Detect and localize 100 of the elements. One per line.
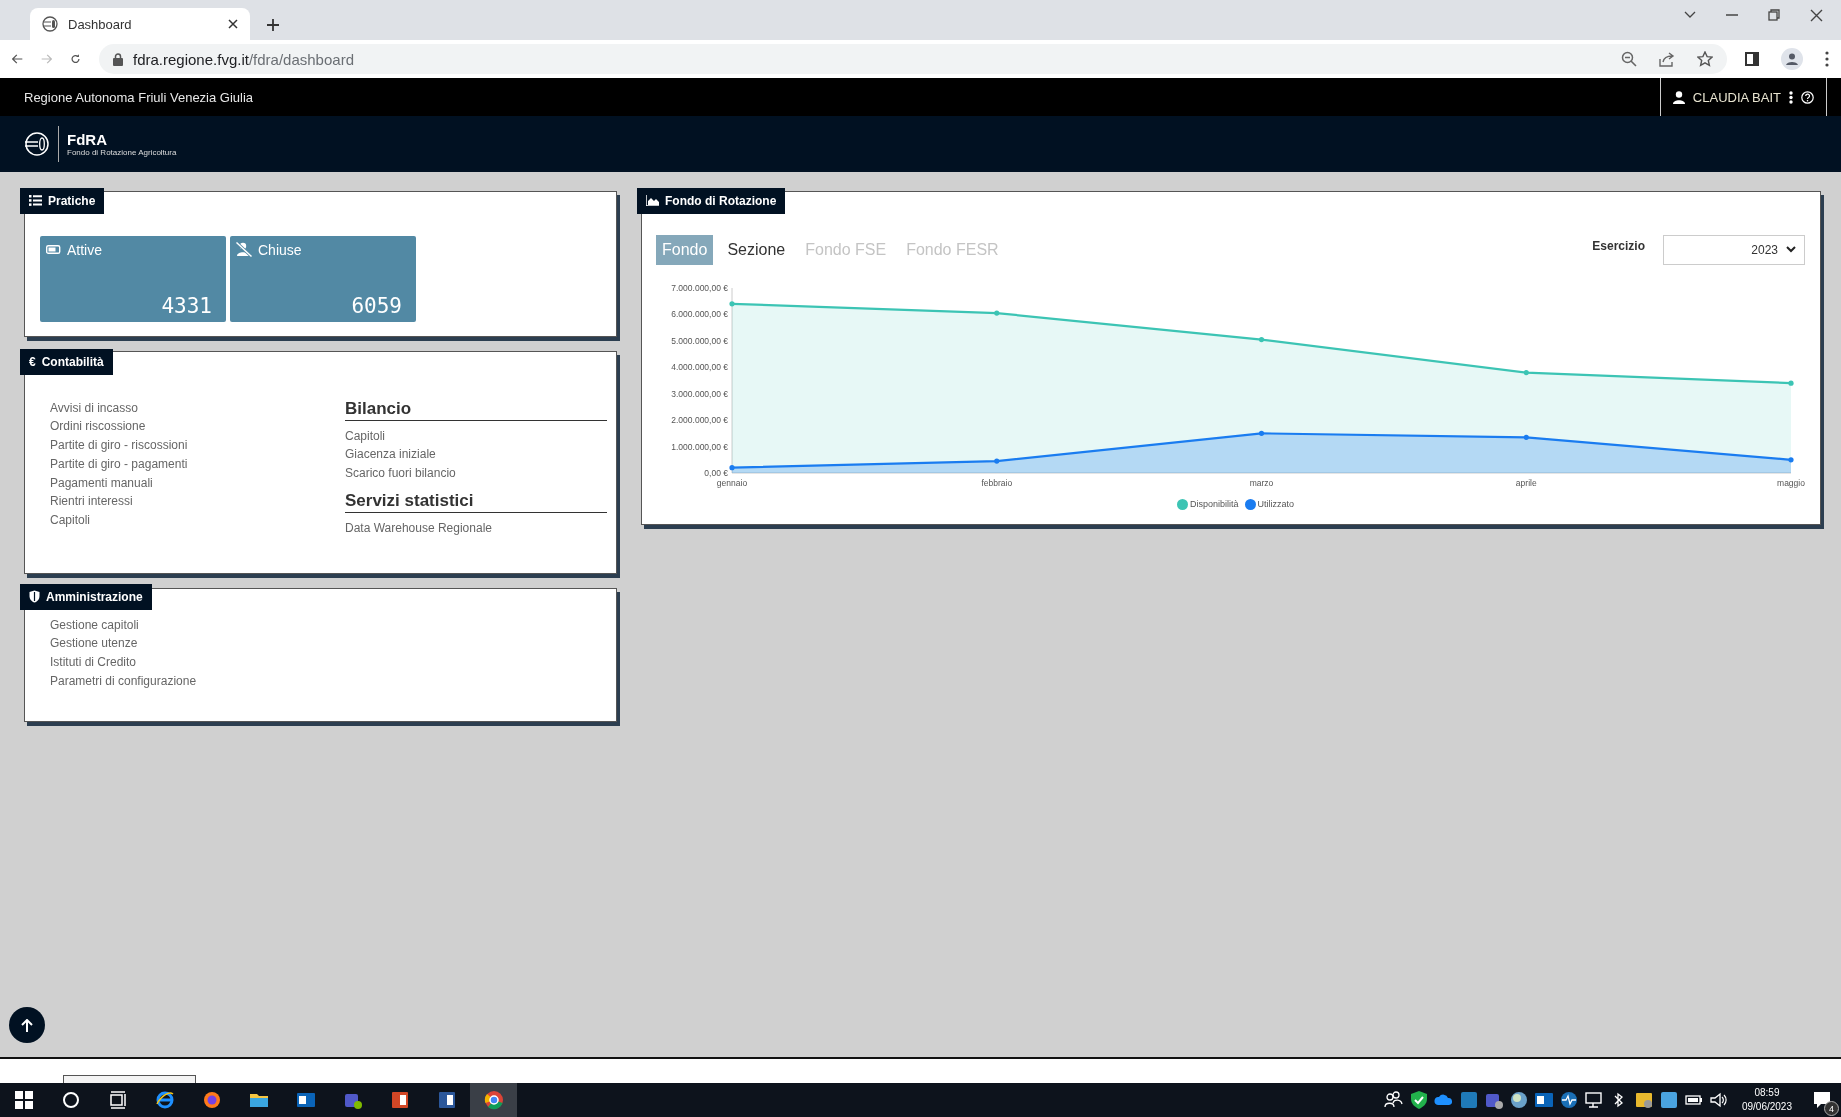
axis-label: 5.000.000,00 €: [671, 335, 728, 346]
axis-label: aprile: [1515, 477, 1537, 488]
tile-count: 4331: [160, 293, 212, 318]
axis-label: 1.000.000,00 €: [671, 441, 728, 452]
address-bar[interactable]: fdra.regione.fvg.it/fdra/dashboard: [99, 44, 1727, 74]
menu-link[interactable]: Scarico fuori bilancio: [345, 464, 605, 483]
globe-favicon: [42, 16, 58, 32]
more-menu-icon[interactable]: [1825, 51, 1829, 67]
menu-link[interactable]: Ordini riscossione: [50, 417, 345, 437]
data-point: [1788, 380, 1794, 386]
panel-title-text: Fondo di Rotazione: [665, 193, 777, 208]
menu-link[interactable]: Gestione capitoli: [50, 615, 616, 635]
menu-link[interactable]: Partite di giro - pagamenti: [50, 454, 345, 474]
axis-label: 4.000.000,00 €: [671, 361, 728, 372]
euro-icon: €: [29, 354, 36, 369]
euro-wheat-logo-icon: [24, 131, 50, 157]
menu-link[interactable]: Giacenza iniziale: [345, 445, 605, 465]
menu-link[interactable]: Parametri di configurazione: [50, 671, 616, 691]
data-point: [729, 300, 735, 306]
data-point: [729, 464, 735, 470]
data-point: [1258, 336, 1265, 342]
clock-time: 08:59: [1754, 1086, 1780, 1100]
app-name: FdRA: [67, 131, 108, 148]
browser-tab[interactable]: Dashboard: [30, 8, 250, 40]
data-point: [1523, 369, 1529, 375]
speaker-icon[interactable]: [1708, 1090, 1729, 1110]
chevron-down-icon: [1786, 246, 1796, 253]
arrow-up-icon: [21, 1018, 33, 1032]
user-slash-icon: [236, 242, 252, 257]
legend-item[interactable]: Disponibilità: [1176, 498, 1239, 510]
notification-icon[interactable]: [1813, 1091, 1831, 1109]
shield-check-icon[interactable]: [1408, 1090, 1429, 1110]
chart-tab: Fondo FSE: [799, 234, 893, 265]
panel-title-text: Pratiche: [48, 193, 96, 208]
stat-tile[interactable]: Chiuse 6059: [230, 235, 416, 322]
profile-icon[interactable]: [1781, 48, 1803, 70]
axis-label: gennaio: [716, 477, 748, 488]
mail-app-icon[interactable]: [295, 1090, 316, 1110]
windows-logo-icon[interactable]: [13, 1090, 34, 1110]
menu-link[interactable]: Gestione utenze: [50, 634, 616, 654]
close-icon[interactable]: [1810, 8, 1823, 22]
menu-link[interactable]: Rientri interessi: [50, 492, 345, 512]
back-to-top-button[interactable]: [9, 1007, 45, 1043]
menu-link[interactable]: Istituti di Credito: [50, 653, 616, 672]
app-tile-icon[interactable]: [1458, 1090, 1479, 1110]
menu-link[interactable]: Capitoli: [50, 511, 345, 531]
list-icon: [29, 195, 42, 206]
browser-e-icon[interactable]: [154, 1090, 175, 1110]
axis-label: 3.000.000,00 €: [671, 388, 728, 399]
document-app-icon[interactable]: [436, 1090, 457, 1110]
chart-tab[interactable]: Sezione: [721, 234, 792, 265]
axis-label: 2.000.000,00 €: [671, 414, 728, 425]
legend-item[interactable]: Utilizzato: [1244, 498, 1294, 510]
globe-icon[interactable]: [1508, 1090, 1529, 1110]
people-icon[interactable]: [1383, 1090, 1404, 1110]
data-point: [1258, 430, 1265, 436]
menu-link[interactable]: Data Warehouse Regionale: [345, 518, 605, 538]
share-icon[interactable]: [1659, 51, 1675, 67]
field-label: Esercizio: [1592, 238, 1645, 253]
toggle-icon: [46, 244, 61, 255]
app-subtitle: Fondo di Rotazione Agricoltura: [67, 148, 177, 157]
more-menu-icon[interactable]: [1789, 90, 1793, 104]
axis-label: 7.000.000,00 €: [671, 282, 728, 293]
panel-title-text: Amministrazione: [46, 589, 143, 604]
data-point: [994, 310, 1000, 316]
search-icon[interactable]: [60, 1090, 81, 1110]
new-tab-icon[interactable]: [266, 18, 280, 32]
network-icon[interactable]: [1583, 1090, 1604, 1110]
round-browser-icon[interactable]: [483, 1090, 504, 1110]
user-name[interactable]: CLAUDIA BAIT: [1692, 89, 1781, 105]
help-icon[interactable]: [1801, 90, 1814, 104]
tile-label: Chiuse: [258, 241, 302, 258]
year-dropdown[interactable]: 2023: [1663, 234, 1805, 265]
menu-link[interactable]: Capitoli: [345, 426, 605, 446]
close-icon[interactable]: [228, 19, 238, 29]
pulse-app-icon[interactable]: [1558, 1090, 1579, 1110]
axis-label: febbraio: [981, 477, 1013, 488]
area-chart-icon: [646, 195, 659, 206]
menu-link[interactable]: Avvisi di incasso: [50, 398, 345, 418]
data-point: [994, 458, 1000, 464]
mail-app-icon[interactable]: [1533, 1090, 1554, 1110]
shield-icon: [29, 590, 40, 603]
panel-title-text: Contabilità: [41, 354, 104, 369]
clock[interactable]: 08:59 09/06/2023: [1741, 1086, 1792, 1114]
axis-label: 0,00 €: [704, 467, 728, 478]
tile-label: Attive: [67, 241, 102, 258]
restore-icon[interactable]: [1768, 9, 1780, 21]
slides-app-icon[interactable]: [389, 1090, 410, 1110]
star-icon[interactable]: [1697, 51, 1713, 67]
side-panel-icon[interactable]: [1745, 52, 1759, 66]
notification-count: 4: [1824, 1101, 1839, 1116]
menu-link[interactable]: Partite di giro - riscossioni: [50, 436, 345, 455]
fox-browser-icon[interactable]: [201, 1090, 222, 1110]
back-arrow-icon[interactable]: [12, 52, 23, 66]
zoom-out-icon[interactable]: [1621, 51, 1637, 67]
menu-link[interactable]: Pagamenti manuali: [50, 473, 345, 493]
stat-tile[interactable]: Attive 4331: [40, 235, 226, 322]
task-view-icon[interactable]: [107, 1090, 128, 1110]
axis-label: marzo: [1249, 477, 1274, 488]
chevron-down-icon[interactable]: [1684, 11, 1696, 19]
